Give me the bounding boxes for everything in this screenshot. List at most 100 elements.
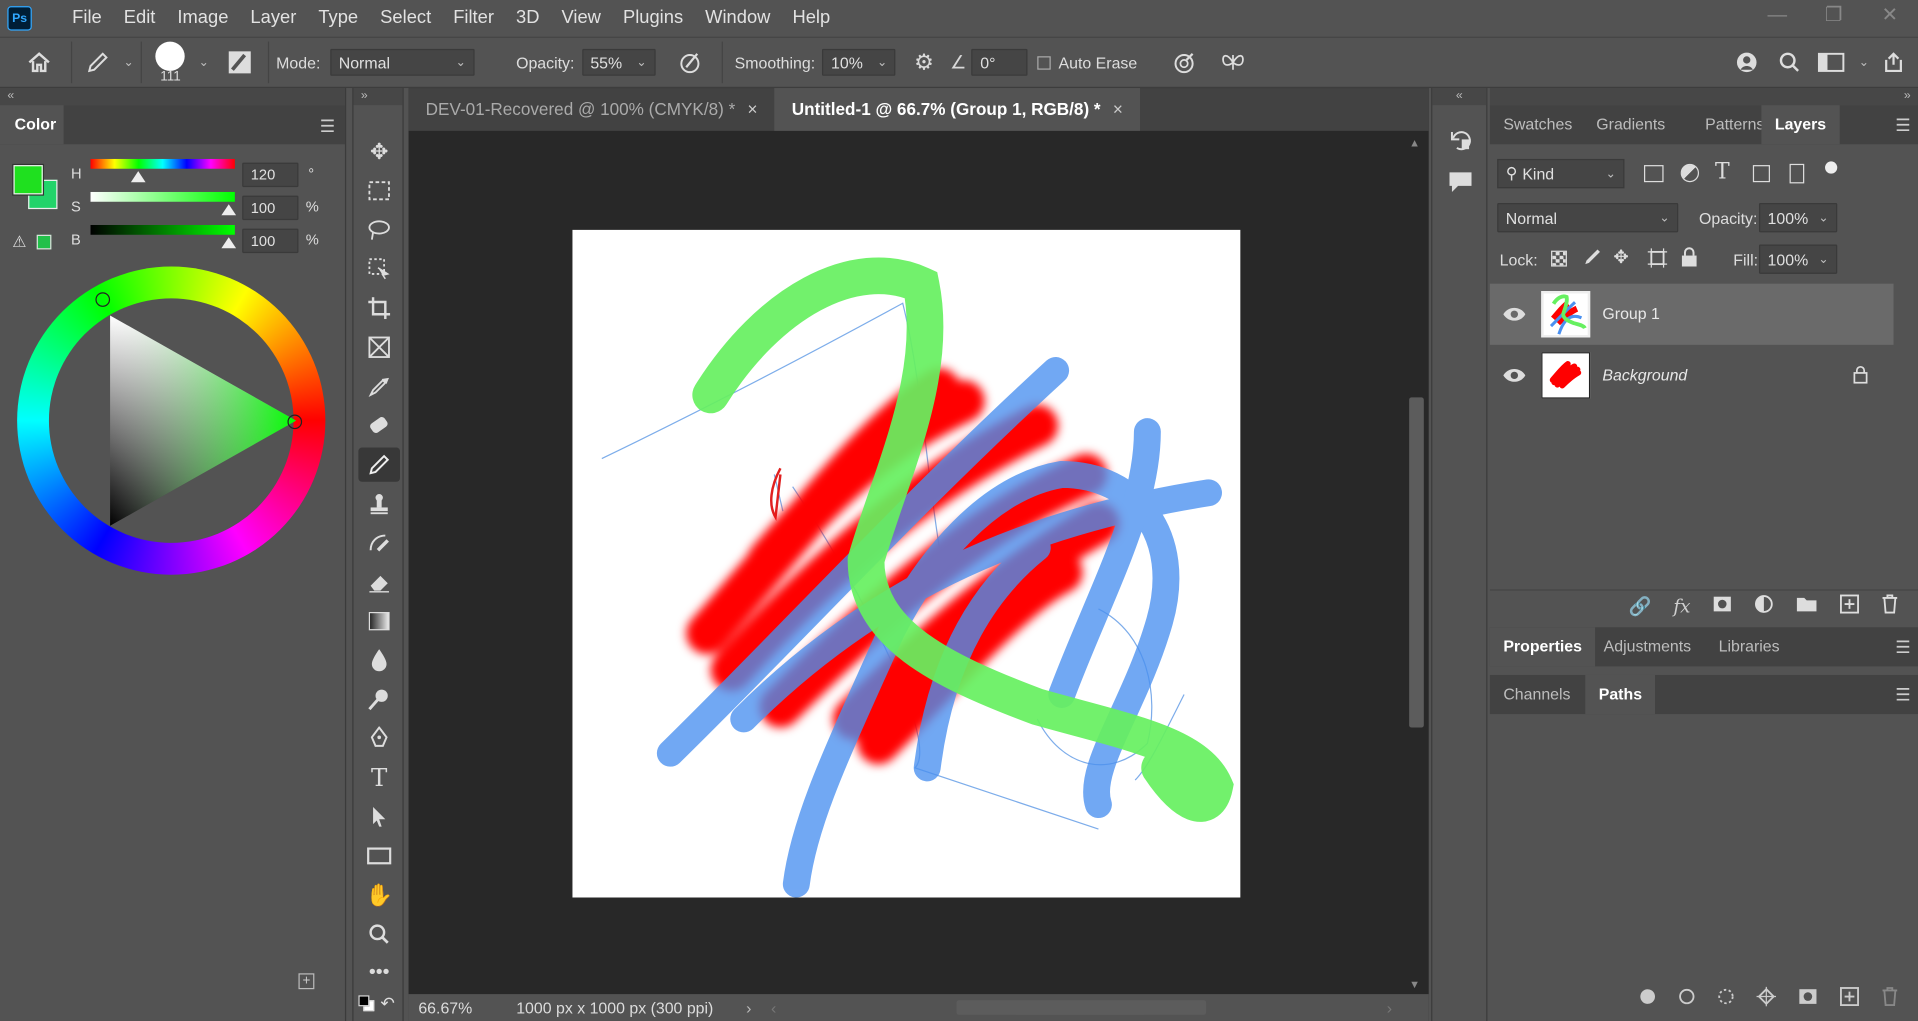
- menu-filter[interactable]: Filter: [442, 0, 505, 37]
- blur-tool-icon[interactable]: [358, 643, 400, 677]
- menu-select[interactable]: Select: [369, 0, 442, 37]
- hue-input[interactable]: 120: [242, 162, 299, 188]
- tab-channels[interactable]: Channels: [1490, 675, 1584, 714]
- minimize-icon[interactable]: —: [1749, 0, 1805, 32]
- panel-menu-icon[interactable]: ☰: [1895, 637, 1910, 658]
- layer-opacity-input[interactable]: 100% ⌄: [1758, 202, 1838, 233]
- restore-icon[interactable]: ❐: [1805, 0, 1861, 32]
- link-layers-icon[interactable]: 🔗: [1628, 595, 1651, 617]
- move-tool-icon[interactable]: ✥: [358, 135, 400, 169]
- lock-transparent-icon[interactable]: [1551, 250, 1567, 267]
- vertical-scrollbar[interactable]: ▲ ▼: [1407, 137, 1424, 993]
- layer-style-fx-icon[interactable]: fx: [1673, 595, 1690, 617]
- gradient-tool-icon[interactable]: [358, 604, 400, 638]
- tab-gradients[interactable]: Gradients: [1583, 105, 1679, 144]
- new-layer-icon[interactable]: [1840, 593, 1860, 618]
- panel-menu-icon[interactable]: ☰: [1895, 115, 1910, 136]
- visibility-eye-icon[interactable]: [1502, 303, 1526, 325]
- pencil-tool-icon[interactable]: [358, 447, 400, 482]
- scroll-down-icon[interactable]: ▼: [1409, 978, 1420, 990]
- filter-shape-icon[interactable]: [1752, 165, 1770, 183]
- hue-wheel-handle[interactable]: [95, 292, 111, 307]
- panel-menu-icon[interactable]: ☰: [320, 116, 335, 137]
- brightness-slider-handle[interactable]: [221, 237, 237, 249]
- delete-layer-trash-icon[interactable]: [1881, 593, 1898, 618]
- tab-document-dev-01[interactable]: DEV-01-Recovered @ 100% (CMYK/8) * ×: [409, 88, 775, 131]
- angle-input[interactable]: 0°: [971, 48, 1028, 76]
- zoom-level[interactable]: 66.67%: [409, 998, 500, 1016]
- foreground-color-swatch[interactable]: [13, 165, 43, 195]
- add-path-mask-icon[interactable]: [1798, 988, 1818, 1010]
- filter-toggle-icon[interactable]: [1825, 161, 1838, 174]
- scroll-left-icon[interactable]: ‹: [751, 998, 776, 1016]
- comments-panel-icon[interactable]: [1447, 169, 1474, 196]
- chevron-down-icon[interactable]: ⌄: [124, 56, 134, 69]
- dodge-tool-icon[interactable]: [358, 682, 400, 716]
- menu-3d[interactable]: 3D: [505, 0, 550, 37]
- menu-image[interactable]: Image: [166, 0, 239, 37]
- saturation-slider-handle[interactable]: [221, 204, 237, 216]
- tab-layers[interactable]: Layers: [1761, 105, 1840, 145]
- filter-smart-object-icon[interactable]: [1789, 163, 1805, 184]
- history-panel-icon[interactable]: [1447, 127, 1474, 154]
- saturation-brightness-triangle[interactable]: [108, 313, 299, 528]
- user-help-icon[interactable]: [1727, 50, 1769, 74]
- tab-color[interactable]: Color: [0, 105, 64, 145]
- close-tab-icon[interactable]: ×: [747, 88, 757, 131]
- layer-filter-kind-select[interactable]: ⚲ Kind ⌄: [1497, 158, 1625, 189]
- workspace-icon[interactable]: [1810, 52, 1852, 73]
- menu-type[interactable]: Type: [307, 0, 369, 37]
- tab-properties[interactable]: Properties: [1489, 627, 1596, 667]
- blend-mode-select[interactable]: Normal ⌄: [1497, 202, 1679, 233]
- tab-adjustments[interactable]: Adjustments: [1590, 627, 1704, 666]
- brightness-input[interactable]: 100: [242, 228, 299, 254]
- pressure-opacity-icon[interactable]: [665, 50, 714, 74]
- horizontal-scroll-thumb[interactable]: [956, 1000, 1207, 1015]
- new-adjustment-layer-icon[interactable]: [1754, 594, 1774, 618]
- add-panel-icon[interactable]: +: [298, 973, 315, 990]
- swap-colors-icon[interactable]: ↶: [380, 993, 394, 1014]
- tab-libraries[interactable]: Libraries: [1705, 627, 1793, 666]
- gamut-warning-icon[interactable]: ⚠: [12, 232, 26, 252]
- menu-view[interactable]: View: [550, 0, 611, 37]
- pencil-tool-preset-icon[interactable]: [80, 50, 117, 74]
- menu-file[interactable]: File: [61, 0, 113, 37]
- filter-pixel-icon[interactable]: [1643, 165, 1664, 183]
- rectangle-tool-icon[interactable]: [358, 839, 400, 873]
- filter-type-icon[interactable]: T: [1715, 159, 1730, 185]
- document-canvas[interactable]: [572, 229, 1241, 898]
- hue-slider[interactable]: [90, 158, 235, 169]
- layer-row-background[interactable]: Background: [1490, 345, 1894, 406]
- collapse-left-icon[interactable]: «: [0, 88, 345, 106]
- lock-all-icon[interactable]: [1681, 247, 1698, 271]
- search-icon[interactable]: [1768, 51, 1810, 73]
- pen-tool-icon[interactable]: [358, 721, 400, 755]
- tab-paths[interactable]: Paths: [1585, 674, 1656, 715]
- object-selection-tool-icon[interactable]: [358, 252, 400, 286]
- gamut-swatch[interactable]: [36, 234, 52, 250]
- eyedropper-tool-icon[interactable]: [358, 369, 400, 403]
- status-menu-chevron-icon[interactable]: ›: [731, 998, 751, 1016]
- chevron-down-icon[interactable]: ⌄: [199, 56, 209, 69]
- vertical-scroll-thumb[interactable]: [1409, 397, 1424, 728]
- lock-image-icon[interactable]: [1583, 247, 1603, 271]
- eraser-tool-icon[interactable]: [358, 565, 400, 599]
- hue-slider-handle[interactable]: [130, 171, 146, 183]
- home-icon[interactable]: [15, 50, 64, 74]
- lock-artboard-icon[interactable]: [1647, 248, 1668, 272]
- crop-tool-icon[interactable]: [358, 291, 400, 325]
- panel-menu-icon[interactable]: ☰: [1895, 685, 1910, 706]
- menu-plugins[interactable]: Plugins: [612, 0, 694, 37]
- scroll-right-icon[interactable]: ›: [1387, 998, 1392, 1016]
- mode-select[interactable]: Normal ⌄: [330, 48, 475, 76]
- brush-settings-icon[interactable]: [219, 49, 261, 76]
- history-brush-tool-icon[interactable]: [358, 526, 400, 560]
- tab-document-untitled-1[interactable]: Untitled-1 @ 66.7% (Group 1, RGB/8) * ×: [774, 88, 1140, 131]
- lasso-tool-icon[interactable]: [358, 213, 400, 247]
- menu-help[interactable]: Help: [781, 0, 841, 37]
- healing-brush-tool-icon[interactable]: [358, 408, 400, 442]
- share-icon[interactable]: [1869, 51, 1918, 73]
- type-tool-icon[interactable]: T: [358, 761, 400, 795]
- collapse-panels-icon[interactable]: »: [1489, 88, 1918, 106]
- more-tools-icon[interactable]: •••: [358, 956, 400, 990]
